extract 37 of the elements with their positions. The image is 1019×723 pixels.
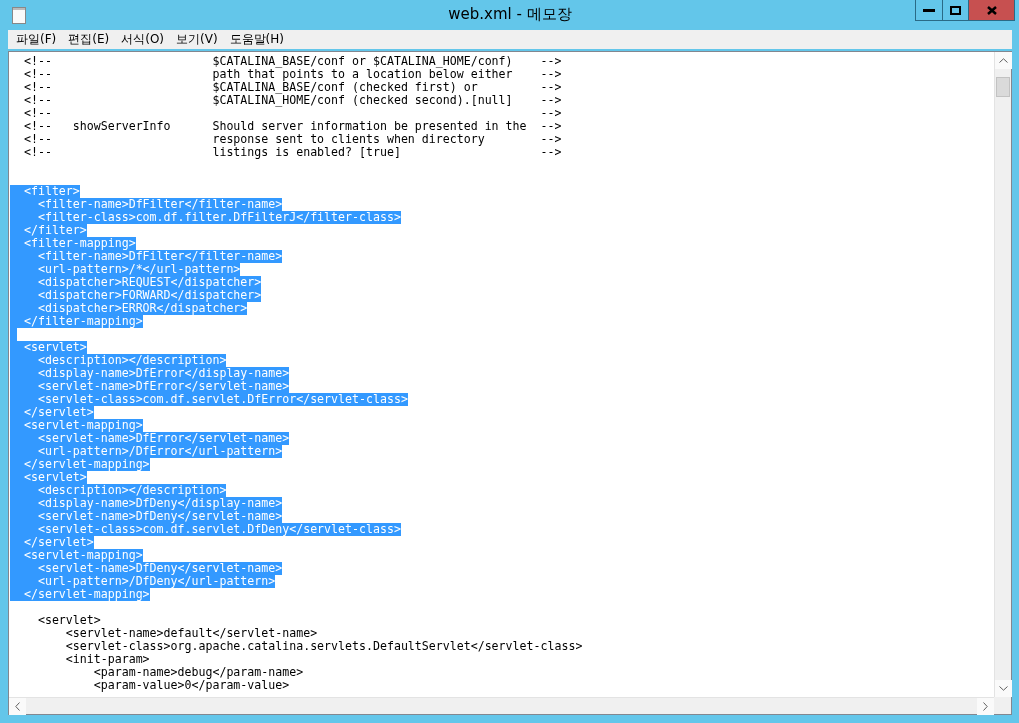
window-title: web.xml - 메모장 (447, 5, 573, 24)
menu-item[interactable]: 파일(F) (10, 31, 63, 48)
scroll-right-button[interactable] (977, 698, 994, 715)
code-line: <!-- listings is enabled? [true] --> (22, 146, 562, 159)
code-line: <servlet-name>default</servlet-name> (64, 627, 318, 640)
code-line: <!-- response sent to clients when directory --> (22, 133, 562, 146)
menu-item[interactable]: 보기(V) (170, 31, 224, 48)
code-line: <!-- showServerInfo Should server information be presented in the --> (22, 120, 562, 133)
minimize-icon (923, 8, 935, 12)
horizontal-scrollbar[interactable] (9, 697, 994, 714)
maximize-icon (950, 5, 961, 15)
code-line: <!-- --> (22, 107, 562, 120)
close-button[interactable] (968, 0, 1014, 20)
scroll-down-button[interactable] (995, 680, 1012, 697)
notepad-icon (12, 7, 26, 24)
caret-left-icon (15, 702, 20, 711)
scroll-left-button[interactable] (9, 698, 26, 715)
scroll-up-button[interactable] (995, 52, 1012, 69)
close-icon (986, 5, 997, 15)
code-line: <!-- $CATALINA_BASE/conf or $CATALINA_HOME/conf) --> (22, 55, 562, 68)
code-line: <!-- $CATALINA_HOME/conf (checked second).[null] --> (22, 94, 562, 107)
caret-right-icon (983, 702, 988, 711)
menu-item[interactable]: 편집(E) (62, 31, 116, 48)
code-line: <param-name>debug</param-name> (93, 666, 304, 679)
menu-item[interactable]: 도움말(H) (223, 31, 290, 48)
code-line: <!-- path that points to a location below either --> (22, 68, 562, 81)
caret-down-icon (999, 686, 1008, 691)
caret-up-icon (999, 58, 1008, 63)
code-line: <init-param> (64, 653, 150, 666)
code-line: <servlet-class>org.apache.catalina.servlets.DefaultServlet</servlet-class> (64, 640, 583, 653)
code-line: <param-value>0</param-value> (92, 679, 290, 692)
scroll-thumb[interactable] (996, 77, 1010, 97)
scrollbar-corner (994, 697, 1011, 714)
code-line: <servlet> (36, 614, 101, 627)
menu-item[interactable]: 서식(O) (115, 31, 171, 48)
code-line: <!-- $CATALINA_BASE/conf (checked first) or --> (22, 81, 562, 94)
vertical-scrollbar[interactable] (994, 52, 1011, 697)
